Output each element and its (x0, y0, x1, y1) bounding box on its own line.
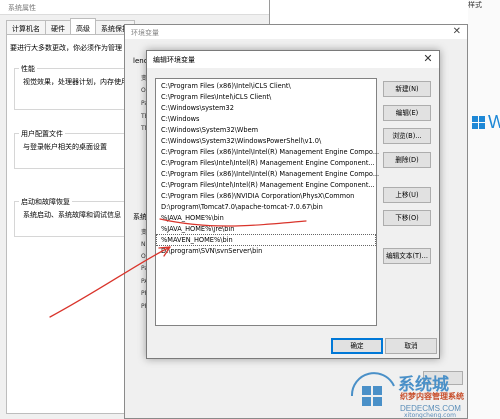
edit-text-button[interactable]: 编辑文本(T)... (383, 248, 431, 264)
list-item[interactable]: D:\program\Tomcat7.0\apache-tomcat-7.0.6… (161, 202, 323, 212)
edit-dialog-titlebar: 编辑环境变量 ✕ (147, 51, 439, 68)
list-item[interactable]: %JAVA_HOME%\jre\bin (161, 224, 234, 234)
windows-logo-icon (472, 116, 486, 130)
tab-hardware[interactable]: 硬件 (45, 20, 71, 35)
user-profile-group: 用户配置文件 与登录帐户相关的桌面设置 (14, 129, 134, 169)
list-item[interactable]: D:\program\SVN\svnServer\bin (161, 246, 262, 256)
list-item[interactable]: C:\Program Files (x86)\Intel\iCLS Client… (161, 81, 291, 91)
move-up-button[interactable]: 上移(U) (383, 187, 431, 203)
list-item[interactable]: C:\Windows\system32 (161, 103, 234, 113)
system-properties-title: 系统属性 (8, 4, 36, 12)
list-item[interactable]: C:\Windows (161, 114, 199, 124)
startup-recovery-title: 启动和故障恢复 (19, 197, 72, 207)
environment-variables-title: 环境变量 (131, 29, 159, 37)
system-variables-label: 系统 (133, 213, 147, 221)
ok-button[interactable]: 确定 (331, 338, 383, 354)
browse-button[interactable]: 浏览(B)... (383, 128, 431, 144)
tab-computer-name[interactable]: 计算机名 (6, 20, 46, 35)
watermark-logo-icon (350, 372, 395, 406)
list-item[interactable]: C:\Program Files\Intel\Intel(R) Manageme… (161, 180, 375, 190)
system-var-stub: N (141, 241, 146, 248)
edit-button[interactable]: 编辑(E) (383, 105, 431, 121)
list-item-selected[interactable]: %MAVEN_HOME%\bin (156, 234, 376, 246)
list-item[interactable]: C:\Program Files\Intel\Intel(R) Manageme… (161, 158, 375, 168)
edit-dialog-title: 编辑环境变量 (153, 56, 195, 64)
list-item[interactable]: C:\Program Files\Intel\iCLS Client\ (161, 92, 271, 102)
user-profile-text: 与登录帐户相关的桌面设置 (23, 143, 107, 151)
windows-logo-text: W (488, 112, 500, 132)
watermark-line3: xitongcheng.com (404, 412, 456, 419)
close-icon[interactable]: ✕ (421, 52, 435, 66)
path-value-list[interactable]: C:\Program Files (x86)\Intel\iCLS Client… (155, 78, 379, 326)
admin-note: 要进行大多数更改，你必须作为管理 (10, 44, 122, 52)
startup-recovery-text: 系统启动、系统故障和调试信息 (23, 211, 121, 219)
system-properties-titlebar: 系统属性 (0, 0, 269, 15)
system-properties-tabs: 计算机名 硬件 高级 系统保护 (6, 18, 135, 35)
list-item[interactable]: C:\Program Files (x86)\NVIDIA Corporatio… (161, 191, 354, 201)
performance-title: 性能 (19, 64, 37, 74)
list-item[interactable]: C:\Windows\System32\Wbem (161, 125, 258, 135)
list-item[interactable]: C:\Program Files (x86)\Intel\Intel(R) Ma… (161, 147, 379, 157)
list-item[interactable]: C:\Program Files (x86)\Intel\Intel(R) Ma… (161, 169, 379, 179)
list-item[interactable]: %JAVA_HOME%\bin (161, 213, 224, 223)
performance-text: 视觉效果，处理器计划，内存使用 (23, 78, 128, 86)
performance-group: 性能 视觉效果，处理器计划，内存使用 (14, 64, 134, 110)
list-item[interactable]: C:\Windows\System32\WindowsPowerShell\v1… (161, 136, 321, 146)
cancel-button[interactable]: 取消 (385, 338, 437, 354)
watermark-line1: 织梦内容管理系统 (400, 392, 464, 401)
styles-label: 样式 (468, 1, 482, 9)
user-profile-title: 用户配置文件 (19, 129, 65, 139)
move-down-button[interactable]: 下移(O) (383, 210, 431, 226)
new-button[interactable]: 新建(N) (383, 81, 431, 97)
tab-advanced[interactable]: 高级 (70, 18, 96, 35)
environment-variables-titlebar: 环境变量 ✕ (125, 25, 467, 39)
startup-recovery-group: 启动和故障恢复 系统启动、系统故障和调试信息 (14, 197, 134, 237)
edit-environment-variable-dialog: 编辑环境变量 ✕ C:\Program Files (x86)\Intel\iC… (146, 50, 440, 359)
right-strip: 样式 W (468, 0, 500, 419)
delete-button[interactable]: 删除(D) (383, 152, 431, 168)
close-icon[interactable]: ✕ (453, 26, 461, 37)
